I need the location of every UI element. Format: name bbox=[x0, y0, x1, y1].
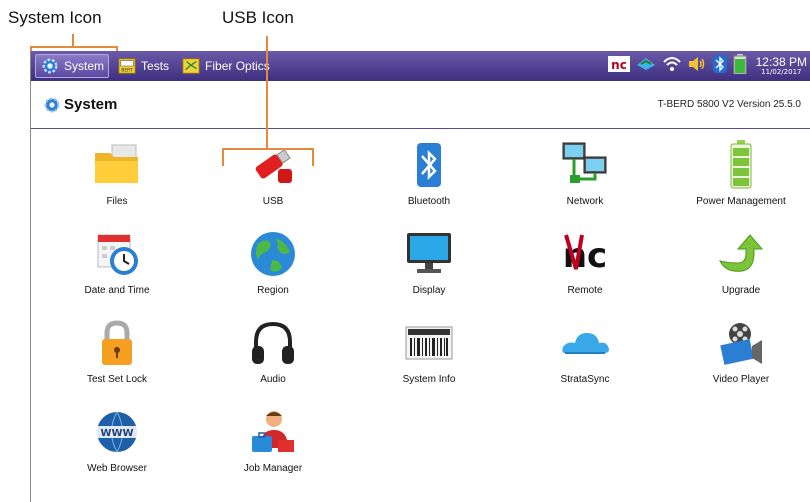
app-upgrade[interactable]: Upgrade bbox=[663, 229, 810, 309]
network-icon bbox=[558, 140, 612, 190]
device-screen: System BERT Tests Fiber Optics nc 12:38 … bbox=[30, 51, 810, 502]
barcode-icon bbox=[402, 318, 456, 368]
battery-icon bbox=[714, 140, 768, 190]
app-label: Job Manager bbox=[243, 463, 303, 474]
status-area: nc 12:38 PM 11/02/2017 bbox=[607, 51, 807, 81]
app-label: USB bbox=[262, 196, 284, 207]
bluetooth-icon bbox=[402, 140, 456, 190]
fiber-optics-icon bbox=[181, 56, 201, 76]
clock-time: 12:38 PM bbox=[755, 55, 807, 69]
remote-nc-icon: nc bbox=[558, 229, 612, 279]
app-label: StrataSync bbox=[560, 374, 610, 385]
app-usb[interactable]: USB bbox=[195, 140, 351, 220]
page-title: System bbox=[43, 96, 117, 114]
app-video-player[interactable]: Video Player bbox=[663, 318, 810, 398]
app-remote[interactable]: nc Remote bbox=[507, 229, 663, 309]
clock-date: 11/02/2017 bbox=[761, 68, 802, 76]
monitor-icon bbox=[402, 229, 456, 279]
globe-icon bbox=[246, 229, 300, 279]
app-web-browser[interactable]: WWW Web Browser bbox=[39, 407, 195, 487]
app-audio[interactable]: Audio bbox=[195, 318, 351, 398]
app-power-management[interactable]: Power Management bbox=[663, 140, 810, 220]
app-bluetooth[interactable]: Bluetooth bbox=[351, 140, 507, 220]
calendar-clock-icon bbox=[90, 229, 144, 279]
svg-text:WWW: WWW bbox=[100, 428, 133, 439]
upgrade-arrow-icon bbox=[714, 229, 768, 279]
app-label: Upgrade bbox=[721, 285, 761, 296]
page-header: System T-BERD 5800 V2 Version 25.5.0 bbox=[31, 81, 810, 129]
connection-icon[interactable] bbox=[635, 55, 657, 77]
app-label: Display bbox=[412, 285, 446, 296]
usb-annotation-bracket-right bbox=[312, 148, 314, 166]
usb-annotation-line bbox=[266, 36, 268, 149]
app-label: Remote bbox=[567, 285, 603, 296]
taskbar-button-label: Tests bbox=[141, 59, 170, 73]
headphones-icon bbox=[246, 318, 300, 368]
taskbar-button-label: Fiber Optics bbox=[205, 59, 270, 73]
wifi-icon[interactable] bbox=[662, 55, 682, 77]
taskbar-tests-button[interactable]: BERT Tests bbox=[113, 54, 173, 78]
gear-icon bbox=[40, 56, 60, 76]
app-system-info[interactable]: System Info bbox=[351, 318, 507, 398]
taskbar: System BERT Tests Fiber Optics nc 12:38 … bbox=[31, 51, 810, 81]
remote-nc-status-icon[interactable]: nc bbox=[607, 55, 630, 77]
app-label: Audio bbox=[260, 374, 286, 385]
speaker-icon[interactable] bbox=[687, 55, 707, 77]
system-annotation-bracket bbox=[30, 46, 118, 48]
app-label: Network bbox=[566, 196, 604, 207]
app-label: Bluetooth bbox=[407, 196, 451, 207]
app-region[interactable]: Region bbox=[195, 229, 351, 309]
app-label: System Info bbox=[402, 374, 456, 385]
system-icon-annotation: System Icon bbox=[8, 8, 102, 27]
taskbar-button-label: System bbox=[64, 59, 105, 73]
system-annotation-line bbox=[72, 34, 74, 46]
app-files[interactable]: Files bbox=[39, 140, 195, 220]
usb-annotation-bracket-left bbox=[222, 148, 224, 166]
app-label: Date and Time bbox=[84, 285, 150, 296]
app-label: Region bbox=[257, 285, 289, 296]
taskbar-system-button[interactable]: System bbox=[35, 54, 110, 78]
svg-text:BERT: BERT bbox=[121, 67, 133, 73]
app-label: Video Player bbox=[712, 374, 770, 385]
usb-icon-annotation: USB Icon bbox=[222, 8, 294, 27]
svg-text:nc: nc bbox=[611, 58, 627, 72]
padlock-icon bbox=[90, 318, 144, 368]
film-reel-icon bbox=[714, 318, 768, 368]
app-stratasync[interactable]: StrataSync bbox=[507, 318, 663, 398]
app-job-manager[interactable]: Job Manager bbox=[195, 407, 351, 487]
usb-annotation-bracket bbox=[222, 148, 314, 150]
battery-status-icon[interactable] bbox=[733, 54, 747, 78]
www-globe-icon: WWW bbox=[90, 407, 144, 457]
app-label: Web Browser bbox=[87, 463, 147, 474]
taskbar-fiber-optics-button[interactable]: Fiber Optics bbox=[177, 54, 274, 78]
bluetooth-status-icon[interactable] bbox=[712, 55, 728, 77]
app-label: Power Management bbox=[696, 196, 786, 207]
page-title-text: System bbox=[64, 96, 118, 113]
app-label: Test Set Lock bbox=[86, 374, 148, 385]
gear-icon bbox=[43, 96, 61, 114]
folder-icon bbox=[90, 140, 144, 190]
bert-icon: BERT bbox=[117, 56, 137, 76]
app-date-and-time[interactable]: Date and Time bbox=[39, 229, 195, 309]
app-network[interactable]: Network bbox=[507, 140, 663, 220]
app-display[interactable]: Display bbox=[351, 229, 507, 309]
clock: 12:38 PM 11/02/2017 bbox=[756, 56, 807, 76]
app-label: Files bbox=[106, 196, 128, 207]
cloud-icon bbox=[558, 318, 612, 368]
version-text: T-BERD 5800 V2 Version 25.5.0 bbox=[657, 99, 801, 110]
person-briefcase-icon bbox=[246, 407, 300, 457]
app-test-set-lock[interactable]: Test Set Lock bbox=[39, 318, 195, 398]
